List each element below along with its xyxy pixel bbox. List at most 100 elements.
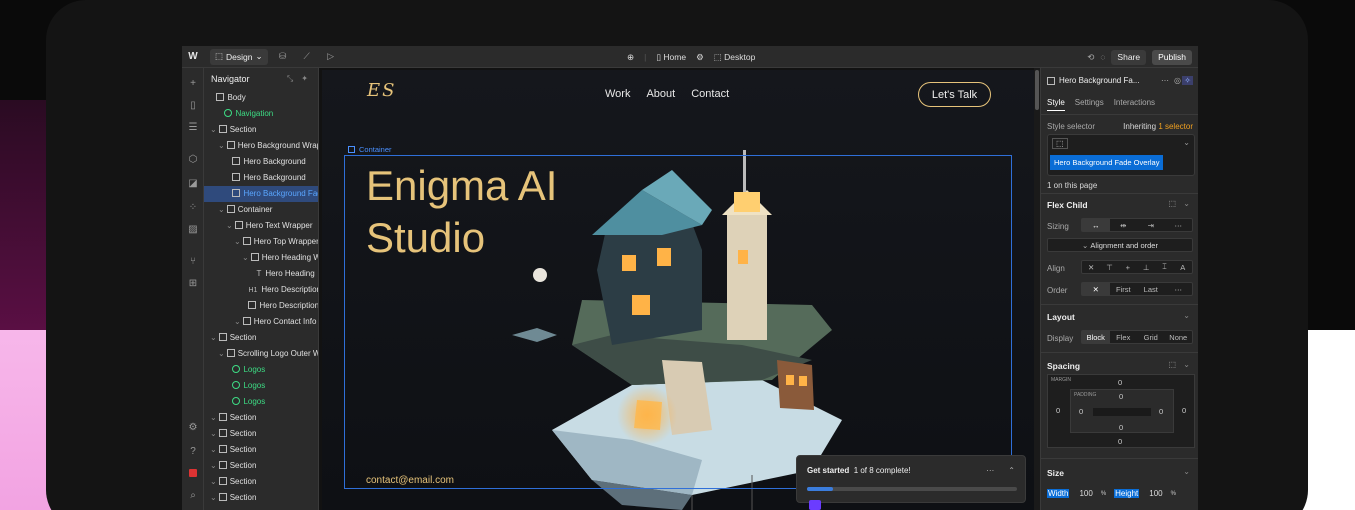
analytics-icon[interactable]: ⟋: [298, 48, 316, 66]
page-selector[interactable]: ▯ Home: [656, 52, 686, 63]
inheriting-link[interactable]: 1 selector: [1158, 122, 1193, 131]
align-segmented-control[interactable]: ✕ ⊤ + ⊥ ⌶ A: [1081, 260, 1193, 274]
align-baseline-icon[interactable]: A: [1174, 263, 1192, 272]
sizing-more-icon[interactable]: ⋯: [1165, 221, 1193, 230]
width-value[interactable]: 100: [1079, 489, 1092, 498]
variables-icon[interactable]: ⁘: [182, 198, 204, 216]
more-options-icon[interactable]: ⋯: [986, 466, 994, 475]
navigator-item[interactable]: ⌄ Section: [204, 122, 318, 138]
selector-chip[interactable]: Hero Background Fade Overlay: [1050, 155, 1164, 170]
navigator-item[interactable]: ⌄ Section: [204, 490, 318, 506]
zoom-search-icon[interactable]: ⌕: [182, 486, 204, 504]
align-start-icon[interactable]: ⊤: [1100, 263, 1118, 272]
navigator-item[interactable]: ⌄ Section: [204, 442, 318, 458]
navigator-item[interactable]: H1 Hero Description: [204, 282, 318, 298]
pin-icon[interactable]: ✦: [301, 74, 308, 84]
canvas-resize-handle-icon[interactable]: [809, 500, 821, 510]
navigator-item[interactable]: ⌄ Hero Top Wrapper: [204, 234, 318, 250]
navigator-item[interactable]: ⌄ Section: [204, 458, 318, 474]
navigator-icon[interactable]: ☰: [182, 118, 204, 136]
navigator-item[interactable]: ⌄ Section: [204, 474, 318, 490]
align-none-icon[interactable]: ✕: [1082, 263, 1100, 272]
navigator-item[interactable]: ⌄ Section: [204, 330, 318, 346]
navigator-item[interactable]: ⌄ Scrolling Logo Outer Wrapper: [204, 346, 318, 362]
pages-icon[interactable]: ▯: [182, 96, 204, 114]
chevron-down-icon[interactable]: ⌄: [210, 125, 217, 134]
chevron-down-icon[interactable]: ⌄: [210, 445, 217, 454]
chevron-down-icon[interactable]: ⌄: [210, 493, 217, 502]
order-first[interactable]: First: [1110, 285, 1138, 294]
component-icon[interactable]: ◎: [1174, 76, 1181, 85]
share-button[interactable]: Share: [1111, 49, 1147, 65]
navigator-item[interactable]: Logos: [204, 362, 318, 378]
padding-right-value[interactable]: 0: [1159, 407, 1163, 416]
margin-right-value[interactable]: 0: [1182, 406, 1186, 415]
chevron-down-icon[interactable]: ⌄: [1183, 467, 1190, 476]
padding-bottom-value[interactable]: 0: [1119, 423, 1123, 432]
chevron-down-icon[interactable]: ⌄: [210, 461, 217, 470]
padding-left-value[interactable]: 0: [1079, 407, 1083, 416]
margin-left-value[interactable]: 0: [1056, 406, 1060, 415]
flex-child-parent-icon[interactable]: ⬚: [1168, 199, 1176, 208]
navigator-item[interactable]: ⌄ Hero Heading Wrapper: [204, 250, 318, 266]
cms-icon[interactable]: ⛁: [274, 48, 292, 66]
navigator-item[interactable]: ⌄ Hero Contact Info: [204, 314, 318, 330]
order-last[interactable]: Last: [1137, 285, 1165, 294]
chevron-down-icon[interactable]: ⌄: [210, 477, 217, 486]
navigator-item[interactable]: Navigation: [204, 106, 318, 122]
ai-assist-icon[interactable]: ✧: [1182, 76, 1193, 85]
tab-settings[interactable]: Settings: [1075, 98, 1104, 111]
add-class-icon[interactable]: ⬚: [1052, 138, 1068, 149]
comments-icon[interactable]: ◌: [1100, 52, 1105, 62]
globe-icon[interactable]: ⊕: [627, 52, 634, 63]
style-selectors-icon[interactable]: ◪: [182, 174, 204, 192]
design-mode-button[interactable]: ⬚ Design ⌄: [210, 48, 268, 65]
site-logo[interactable]: ES: [367, 80, 396, 101]
hero-heading[interactable]: Enigma AI Studio: [366, 160, 557, 264]
sizing-grow-icon[interactable]: ⇹: [1110, 221, 1138, 230]
align-stretch-icon[interactable]: ⌶: [1155, 262, 1173, 272]
navigator-item[interactable]: Hero Description: [204, 298, 318, 314]
margin-bottom-value[interactable]: 0: [1118, 437, 1122, 446]
chevron-down-icon[interactable]: ⌄: [210, 413, 217, 422]
order-none-icon[interactable]: ✕: [1082, 283, 1110, 295]
audit-icon[interactable]: [182, 464, 204, 482]
display-none[interactable]: None: [1165, 333, 1193, 342]
sizing-none-icon[interactable]: ⇥: [1137, 221, 1165, 230]
spacing-preset-icon[interactable]: ⬚: [1168, 360, 1176, 369]
chevron-down-icon[interactable]: ⌄: [234, 237, 241, 246]
collapse-icon[interactable]: ⤡: [287, 74, 293, 84]
chevron-down-icon[interactable]: ⌄: [210, 333, 217, 342]
chevron-down-icon[interactable]: ⌄: [1183, 138, 1190, 147]
navigator-item[interactable]: ⌄ Section: [204, 426, 318, 442]
chevron-down-icon[interactable]: ⌄: [210, 429, 217, 438]
navigator-item[interactable]: ⌄ Section: [204, 410, 318, 426]
navigator-item[interactable]: T Hero Heading: [204, 266, 318, 282]
sizing-shrink-icon[interactable]: ↔: [1082, 219, 1110, 231]
chevron-down-icon[interactable]: ⌄: [1183, 311, 1190, 320]
chevron-down-icon[interactable]: ⌄: [226, 221, 233, 230]
chevron-down-icon[interactable]: ⌄: [218, 141, 225, 150]
help-icon[interactable]: ?: [182, 442, 204, 460]
display-block[interactable]: Block: [1082, 331, 1110, 343]
align-center-icon[interactable]: +: [1119, 263, 1137, 272]
chevron-up-icon[interactable]: ⌃: [1008, 466, 1015, 475]
site-nav-about[interactable]: About: [646, 88, 675, 100]
navigator-item[interactable]: Logos: [204, 394, 318, 410]
navigator-item[interactable]: Hero Background Fade Overlay: [204, 186, 318, 202]
site-nav-contact[interactable]: Contact: [691, 88, 729, 100]
navigator-item[interactable]: Body: [204, 90, 318, 106]
element-more-icon[interactable]: ⋯: [1161, 76, 1169, 85]
display-segmented-control[interactable]: Block Flex Grid None: [1081, 330, 1193, 344]
order-segmented-control[interactable]: ✕ First Last ⋯: [1081, 282, 1193, 296]
page-settings-gear-icon[interactable]: ⚙: [696, 52, 704, 63]
chevron-down-icon[interactable]: ⌄: [1183, 360, 1190, 369]
order-more-icon[interactable]: ⋯: [1165, 285, 1193, 294]
site-nav-work[interactable]: Work: [605, 88, 630, 100]
logic-icon[interactable]: ⑂: [182, 252, 204, 270]
display-flex[interactable]: Flex: [1110, 333, 1138, 342]
apps-icon[interactable]: ⊞: [182, 274, 204, 292]
settings-gear-icon[interactable]: ⚙: [182, 418, 204, 436]
margin-top-value[interactable]: 0: [1118, 378, 1122, 387]
add-elements-icon[interactable]: +: [182, 74, 204, 92]
